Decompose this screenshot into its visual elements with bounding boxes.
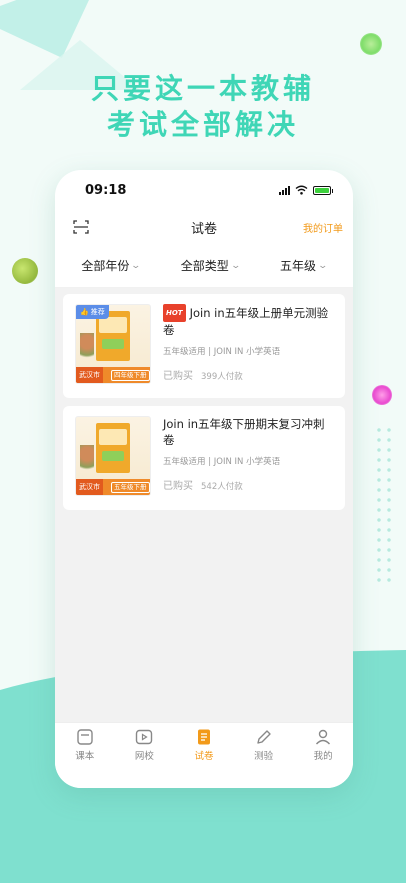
- recommend-tag-label: 推荐: [90, 308, 105, 316]
- paper-info: HOT Join in五年级上册单元测验卷 五年级适用 | JOIN IN 小学英…: [163, 304, 335, 388]
- cover-city: 武汉市: [76, 367, 103, 383]
- cover-grade: 五年级下册: [111, 481, 150, 493]
- tab-bar: 课本 网校 试卷 测验 我的: [55, 722, 353, 788]
- chevron-down-icon: ⌄: [317, 260, 329, 271]
- paper-title: Join in五年级上册单元测验卷: [163, 306, 329, 337]
- status-time: 09:18: [85, 182, 127, 198]
- decor-dot-grid: [374, 425, 394, 585]
- thumb-up-icon: 👍: [80, 308, 89, 316]
- purchased-status: 已购买: [163, 481, 193, 492]
- pencil-icon: [256, 730, 271, 744]
- nav-bar: 试卷 我的订单: [55, 210, 353, 244]
- video-icon: [136, 729, 153, 745]
- chevron-down-icon: ⌄: [230, 260, 241, 271]
- status-bar: 09:18: [55, 170, 353, 210]
- status-icons: [279, 185, 333, 195]
- tab-papers-label: 试卷: [194, 751, 214, 762]
- user-icon: [316, 729, 331, 745]
- chevron-down-icon: ⌄: [130, 260, 142, 271]
- filter-grade[interactable]: 五年级 ⌄: [280, 257, 329, 274]
- paper-cover: 武汉市 五年级下册: [75, 416, 151, 496]
- recommend-tag: 👍 推荐: [76, 305, 109, 319]
- battery-icon: [313, 185, 333, 195]
- paper-icon: [197, 729, 210, 745]
- filter-grade-label: 五年级: [280, 259, 317, 273]
- tab-mine-label: 我的: [313, 751, 333, 762]
- cover-grade: 四年级下册: [111, 369, 150, 381]
- tab-online-school-label: 网校: [134, 751, 154, 762]
- paper-cover: 👍 推荐 武汉市 四年级下册: [75, 304, 151, 384]
- my-orders-link[interactable]: 我的订单: [303, 220, 343, 235]
- paper-meta: 五年级适用 | JOIN IN 小学英语: [163, 457, 281, 467]
- filter-type[interactable]: 全部类型 ⌄: [180, 257, 241, 274]
- purchased-status: 已购买: [163, 371, 193, 382]
- paper-card[interactable]: 武汉市 五年级下册 Join in五年级下册期末复习冲刺卷 五年级适用 | JO…: [63, 406, 345, 510]
- paid-count: 399人付款: [201, 372, 243, 382]
- tab-quiz[interactable]: 测验: [239, 727, 289, 788]
- paper-title-row: HOT Join in五年级上册单元测验卷: [163, 304, 335, 338]
- scan-icon[interactable]: [73, 220, 89, 234]
- wifi-icon: [295, 185, 308, 195]
- signal-icon: [279, 185, 290, 195]
- paper-list: 👍 推荐 武汉市 四年级下册 HOT Join in五年级上册单元测验卷 五年级适…: [55, 288, 353, 722]
- paid-count: 542人付款: [201, 482, 243, 492]
- paper-meta: 五年级适用 | JOIN IN 小学英语: [163, 347, 281, 357]
- purchase-row: 已购买 542人付款: [163, 477, 335, 492]
- decor-olive-dot: [12, 258, 38, 284]
- tab-online-school[interactable]: 网校: [119, 727, 169, 788]
- decor-green-dot: [360, 33, 382, 55]
- tab-quiz-label: 测验: [254, 751, 274, 762]
- tab-papers[interactable]: 试卷: [179, 727, 229, 788]
- cover-city: 武汉市: [76, 479, 103, 495]
- tab-mine[interactable]: 我的: [298, 727, 348, 788]
- book-icon: [77, 729, 93, 745]
- paper-title: Join in五年级下册期末复习冲刺卷: [163, 417, 325, 447]
- tab-textbook[interactable]: 课本: [60, 727, 110, 788]
- decor-pink-dot: [372, 385, 392, 405]
- filter-year[interactable]: 全部年份 ⌄: [81, 257, 142, 274]
- headline-line-2: 考试全部解决: [106, 108, 299, 141]
- filter-type-label: 全部类型: [180, 259, 229, 273]
- phone-frame: 09:18 试卷 我的订单 全部年份 ⌄ 全部类型 ⌄ 五年级 ⌄ 👍 推荐 武…: [55, 170, 353, 788]
- headline-line-1: 只要这一本教辅: [90, 72, 315, 105]
- hot-badge: HOT: [163, 304, 186, 322]
- paper-card[interactable]: 👍 推荐 武汉市 四年级下册 HOT Join in五年级上册单元测验卷 五年级适…: [63, 294, 345, 398]
- purchase-row: 已购买 399人付款: [163, 367, 335, 382]
- paper-info: Join in五年级下册期末复习冲刺卷 五年级适用 | JOIN IN 小学英语…: [163, 416, 335, 500]
- tab-textbook-label: 课本: [75, 751, 95, 762]
- filter-bar: 全部年份 ⌄ 全部类型 ⌄ 五年级 ⌄: [55, 244, 353, 288]
- filter-year-label: 全部年份: [81, 259, 130, 273]
